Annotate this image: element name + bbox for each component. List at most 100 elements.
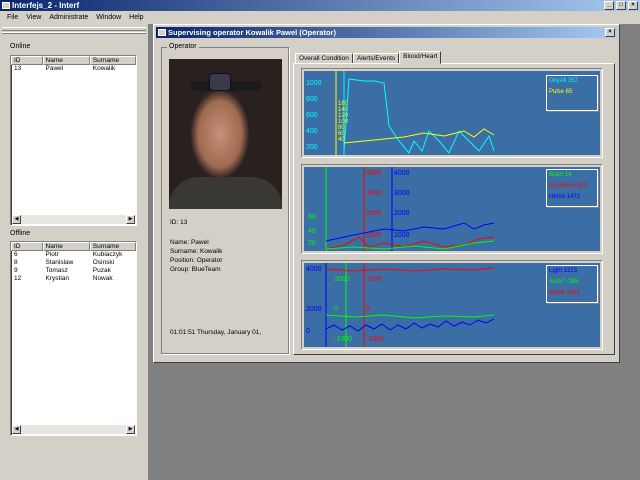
head-sensor <box>209 73 231 91</box>
maximize-button[interactable]: □ <box>616 1 626 10</box>
operator-group-name: Group: BlueTeam <box>170 266 221 273</box>
legend-brain: Brain 14 <box>549 172 572 178</box>
list-item[interactable]: 13 Pawel Kowalik <box>11 65 136 73</box>
operators-panel: Online ID Name Surname 13 Pawel Kowalik … <box>0 24 150 480</box>
scroll-left-icon[interactable]: ◀ <box>12 425 21 434</box>
menu-file[interactable]: File <box>3 11 22 24</box>
cell-id: 8 <box>14 259 18 266</box>
blood-heart-panel: 1000 800 600 400 200 160 140 120 100 80 … <box>293 63 615 355</box>
panel-grip[interactable] <box>2 32 146 34</box>
column-header-surname[interactable]: Surname <box>89 242 136 251</box>
horizontal-scrollbar[interactable]: ◀ ▶ <box>12 425 135 434</box>
light-ambient-graph: 4000 2000 0 1000 0 -1000 1000 0 -1000 Li… <box>301 260 603 350</box>
app-titlebar: Interfejs_2 - Interf _ □ × <box>0 0 640 11</box>
list-item[interactable]: 12 Krystian Nowak <box>11 275 136 283</box>
axis-tick-label: 4000 <box>366 170 382 177</box>
cell-name: Piotr <box>45 251 59 258</box>
menu-bar: File View Administrate Window Help <box>0 11 640 24</box>
axis-tick-label: 0 <box>366 306 370 313</box>
axis-tick-label: 800 <box>306 96 318 103</box>
menu-window[interactable]: Window <box>92 11 125 24</box>
column-header-surname[interactable]: Surname <box>89 56 136 65</box>
operator-group: Operator ID: 13 Name: Pawel Surname: Kow… <box>161 43 289 354</box>
panel-grip[interactable] <box>2 27 146 31</box>
axis-tick-label: 4000 <box>306 266 322 273</box>
operator-photo <box>169 59 282 209</box>
axis-tick-label: 3000 <box>394 190 410 197</box>
menu-help[interactable]: Help <box>125 11 147 24</box>
list-item[interactable]: 8 Stanislaw Osinski <box>11 259 136 267</box>
cell-id: 6 <box>14 251 18 258</box>
menu-view[interactable]: View <box>22 11 45 24</box>
scroll-left-icon[interactable]: ◀ <box>12 215 21 224</box>
online-list[interactable]: ID Name Surname 13 Pawel Kowalik ◀ ▶ <box>10 55 137 226</box>
axis-tick-label: 40 <box>308 228 316 235</box>
offline-list-header: ID Name Surname <box>11 242 136 251</box>
column-header-name[interactable]: Name <box>42 56 90 65</box>
brain-hemo-graph: 4000 3000 2000 1000 4000 3000 2000 1000 … <box>301 164 603 254</box>
cell-surname: Kowalik <box>92 65 116 72</box>
tab-strip: Overall Condition Alerts/Events Blood/He… <box>295 51 442 64</box>
axis-tick-label: 1000 <box>366 232 382 239</box>
cell-id: 12 <box>14 275 22 282</box>
axis-tick-label: 4000 <box>394 170 410 177</box>
column-header-id[interactable]: ID <box>11 242 43 251</box>
supervision-window: Supervising operator Kowalik Pawel (Oper… <box>153 24 620 363</box>
axis-tick-label: 1000 <box>366 276 382 283</box>
supervision-window-titlebar[interactable]: Supervising operator Kowalik Pawel (Oper… <box>156 27 617 38</box>
shirt <box>169 177 282 209</box>
cell-id: 9 <box>14 267 18 274</box>
oxygen-pulse-graph: 1000 800 600 400 200 160 140 120 100 80 … <box>301 68 603 158</box>
axis-tick-label: 600 <box>306 112 318 119</box>
legend-oxyhemo: OxyHemo 620 <box>549 183 588 189</box>
axis-tick-label: 1000 <box>306 80 322 87</box>
tab-blood-heart[interactable]: Blood/Heart <box>399 51 442 64</box>
axis-tick-label: 2000 <box>306 306 322 313</box>
axis-tick-label: 0 <box>306 328 310 335</box>
cell-name: Stanislaw <box>45 259 74 266</box>
list-item[interactable]: 6 Piotr Kubiaczyk <box>11 251 136 259</box>
operator-id: ID: 13 <box>170 219 188 226</box>
legend-hemo: Hemo 1472 <box>549 194 581 200</box>
close-window-button[interactable]: × <box>605 28 615 37</box>
axis-tick-label: 20 <box>308 240 316 247</box>
axis-tick-label: 3000 <box>366 190 382 197</box>
app-title: Interfejs_2 - Interf <box>12 1 80 10</box>
cell-name: Pawel <box>45 65 64 72</box>
column-header-id[interactable]: ID <box>11 56 43 65</box>
legend-amb7: Amb7 -385 <box>549 279 579 285</box>
cell-name: Krystian <box>45 275 69 282</box>
cell-id: 13 <box>14 65 22 72</box>
axis-tick-label: 2000 <box>394 210 410 217</box>
axis-tick-label: -1000 <box>366 336 384 343</box>
axis-tick-label: 200 <box>306 144 318 151</box>
column-header-name[interactable]: Name <box>42 242 90 251</box>
scroll-right-icon[interactable]: ▶ <box>126 215 135 224</box>
axis-tick-label: 2000 <box>366 210 382 217</box>
legend-pulse: Pulse 65 <box>549 89 573 95</box>
online-label: Online <box>10 43 31 50</box>
cell-surname: Kubiaczyk <box>92 251 123 258</box>
window-icon <box>158 29 166 36</box>
minimize-button[interactable]: _ <box>604 1 614 10</box>
close-button[interactable]: × <box>628 1 638 10</box>
offline-list[interactable]: ID Name Surname 6 Piotr Kubiaczyk 8 Stan… <box>10 241 137 436</box>
axis-tick-label: 60 <box>308 214 316 221</box>
operator-group-label: Operator <box>167 43 199 50</box>
cell-surname: Puzak <box>92 267 111 274</box>
scroll-right-icon[interactable]: ▶ <box>126 425 135 434</box>
axis-tick-label: 1000 <box>394 232 410 239</box>
operator-name: Name: Pawel <box>170 239 209 246</box>
cell-surname: Nowak <box>92 275 113 282</box>
list-item[interactable]: 9 Tomasz Puzak <box>11 267 136 275</box>
supervision-window-title: Supervising operator Kowalik Pawel (Oper… <box>168 28 336 37</box>
horizontal-scrollbar[interactable]: ◀ ▶ <box>12 215 135 224</box>
oxygen-pulse-legend: OxyAll 357 Pulse 65 <box>546 75 598 111</box>
axis-tick-label: 1000 <box>334 276 350 283</box>
axis-tick-label: 0 <box>334 306 338 313</box>
menu-administrate[interactable]: Administrate <box>45 11 92 24</box>
operator-surname: Surname: Kowalik <box>170 248 223 255</box>
offline-label: Offline <box>10 230 31 237</box>
brain-hemo-legend: Brain 14 OxyHemo 620 Hemo 1472 <box>546 169 598 207</box>
clock-readout: 01:01:51 Thursday, January 01, <box>170 329 262 336</box>
